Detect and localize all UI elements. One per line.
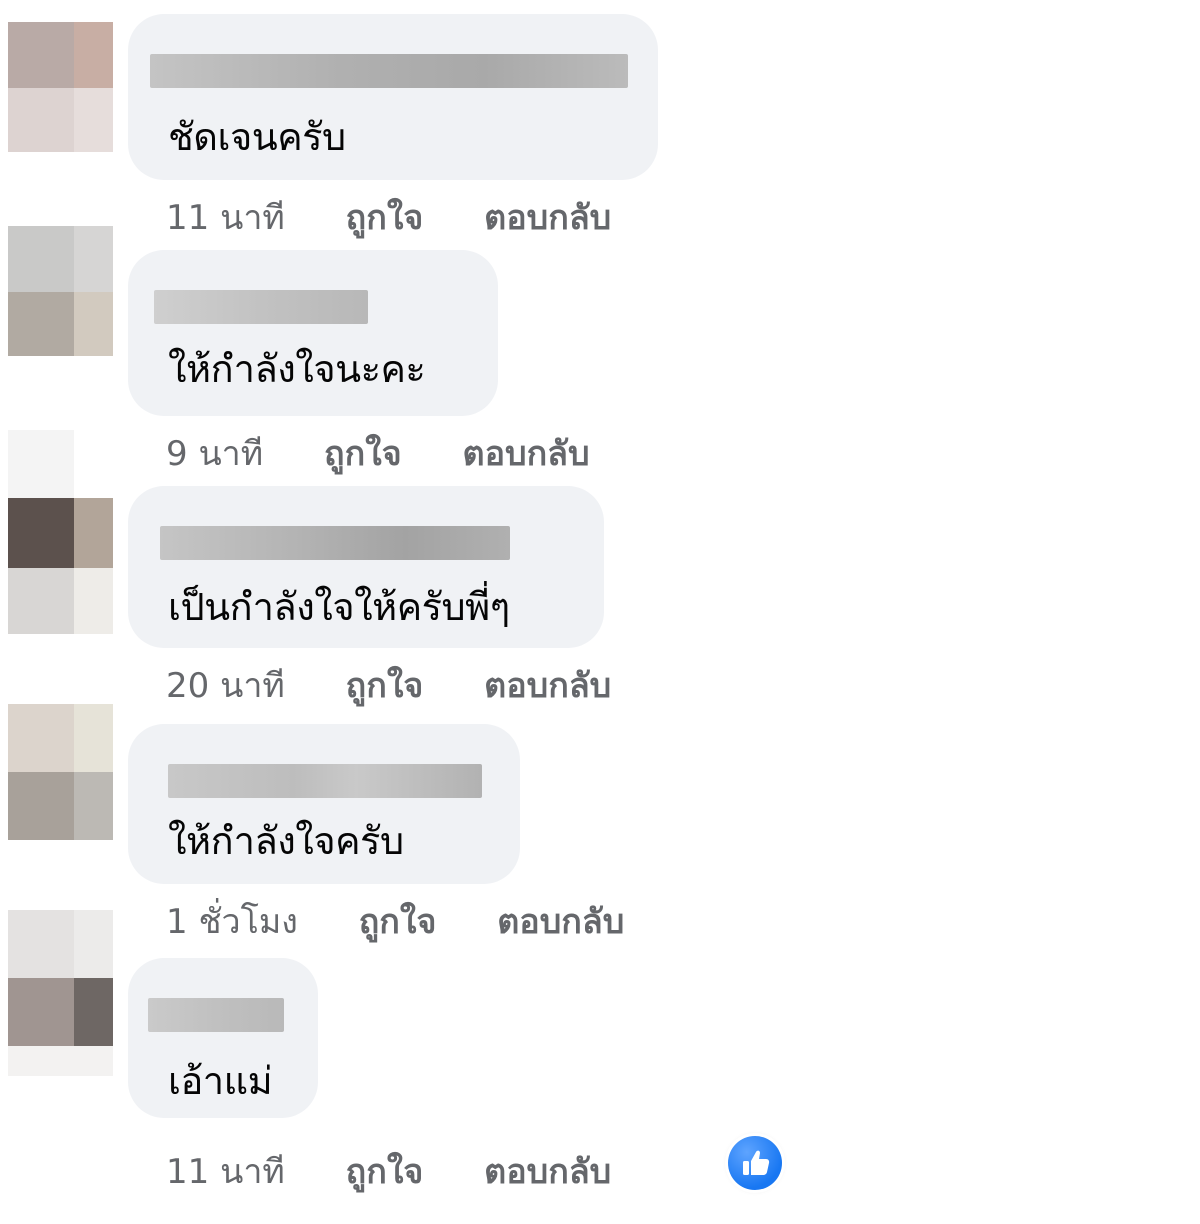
comment-text: เอ้าแม่ bbox=[168, 1059, 273, 1103]
like-button[interactable]: ถูกใจ bbox=[324, 426, 402, 480]
like-button[interactable]: ถูกใจ bbox=[346, 658, 424, 712]
comment-actions: 1 ชั่วโมง ถูกใจ ตอบกลับ bbox=[166, 894, 624, 948]
comment-time[interactable]: 1 ชั่วโมง bbox=[166, 894, 298, 948]
like-button[interactable]: ถูกใจ bbox=[359, 894, 437, 948]
author-name-blurred[interactable] bbox=[168, 764, 482, 798]
comment-actions: 11 นาที ถูกใจ ตอบกลับ bbox=[166, 190, 611, 244]
comment-actions: 20 นาที ถูกใจ ตอบกลับ bbox=[166, 658, 611, 712]
author-name-blurred[interactable] bbox=[154, 290, 368, 324]
comment-bubble: เอ้าแม่ bbox=[128, 958, 318, 1118]
comment-text: ชัดเจนครับ bbox=[168, 115, 346, 159]
comment-bubble: ให้กำลังใจนะคะ bbox=[128, 250, 498, 416]
avatar[interactable] bbox=[8, 226, 113, 356]
like-button[interactable]: ถูกใจ bbox=[346, 190, 424, 244]
reply-button[interactable]: ตอบกลับ bbox=[484, 658, 611, 712]
reply-button[interactable]: ตอบกลับ bbox=[484, 190, 611, 244]
like-button[interactable]: ถูกใจ bbox=[346, 1144, 424, 1198]
thumbs-up-icon bbox=[743, 1150, 770, 1175]
comment-time[interactable]: 20 นาที bbox=[166, 658, 285, 712]
comment-actions: 11 นาที ถูกใจ ตอบกลับ bbox=[166, 1144, 611, 1198]
comment-bubble: ชัดเจนครับ bbox=[128, 14, 658, 180]
avatar-bottom-fragment bbox=[8, 1046, 113, 1076]
reply-button[interactable]: ตอบกลับ bbox=[463, 426, 590, 480]
comment-text: ให้กำลังใจนะคะ bbox=[168, 347, 426, 391]
avatar[interactable] bbox=[8, 910, 113, 1046]
author-name-blurred[interactable] bbox=[150, 54, 628, 88]
author-name-blurred[interactable] bbox=[148, 998, 284, 1032]
like-reaction-icon[interactable] bbox=[728, 1136, 782, 1190]
comment-time[interactable]: 11 นาที bbox=[166, 1144, 285, 1198]
reply-button[interactable]: ตอบกลับ bbox=[484, 1144, 611, 1198]
comment-time[interactable]: 11 นาที bbox=[166, 190, 285, 244]
avatar[interactable] bbox=[8, 22, 113, 152]
avatar-top-fragment bbox=[8, 430, 74, 498]
comment-time[interactable]: 9 นาที bbox=[166, 426, 263, 480]
avatar[interactable] bbox=[8, 704, 113, 840]
reply-button[interactable]: ตอบกลับ bbox=[497, 894, 624, 948]
avatar[interactable] bbox=[8, 498, 113, 634]
comment-text: ให้กำลังใจครับ bbox=[168, 819, 404, 863]
comment-actions: 9 นาที ถูกใจ ตอบกลับ bbox=[166, 426, 590, 480]
author-name-blurred[interactable] bbox=[160, 526, 510, 560]
comment-bubble: เป็นกำลังใจให้ครับพี่ๆ bbox=[128, 486, 604, 648]
comment-bubble: ให้กำลังใจครับ bbox=[128, 724, 520, 884]
comment-text: เป็นกำลังใจให้ครับพี่ๆ bbox=[168, 585, 510, 629]
